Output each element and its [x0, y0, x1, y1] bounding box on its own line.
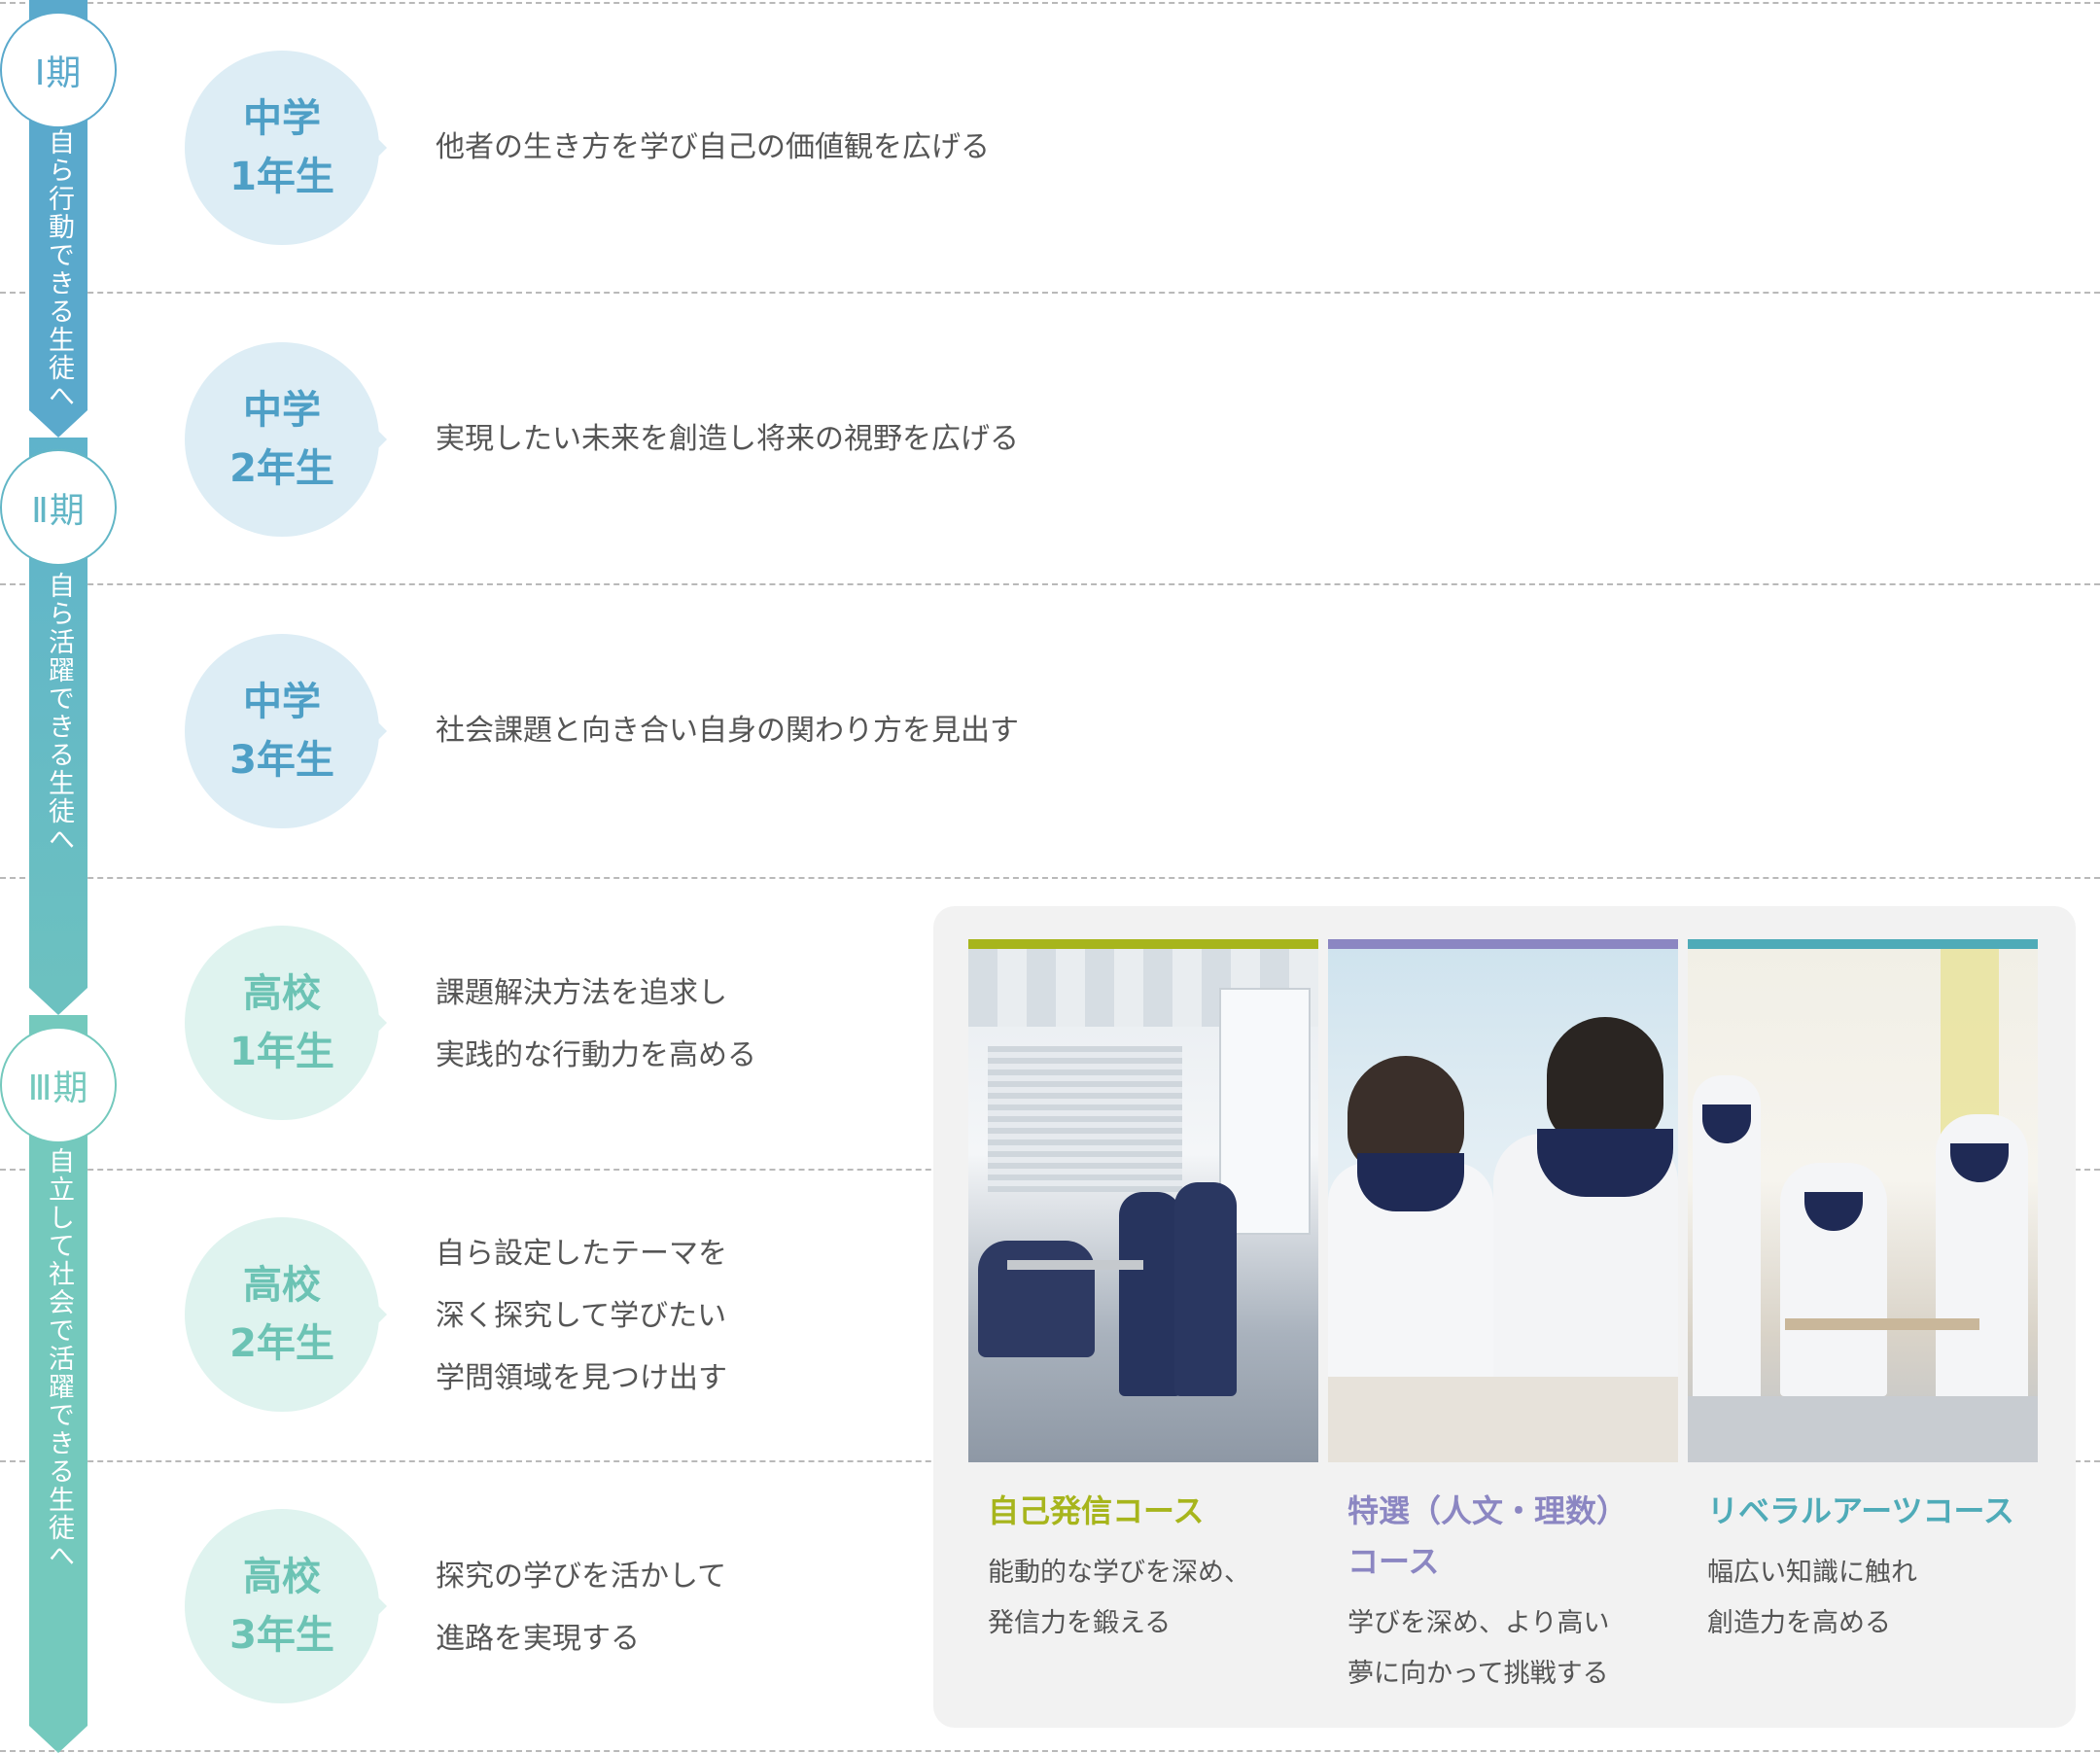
course-description-line: 幅広い知識に触れ	[1707, 1558, 1917, 1588]
classroom-presentation-photo	[968, 949, 1318, 1462]
phase-tagline: 自立して社会で活躍できる生徒へ	[44, 1147, 74, 1570]
course-accent-bar	[1688, 939, 2038, 949]
course-description-line: 学びを深め、より高い	[1348, 1608, 1610, 1638]
grade-school: 高校	[243, 1263, 321, 1308]
grade-description: 実現したい未来を創造し将来の視野を広げる	[436, 408, 1019, 471]
course-card: 自己発信コース 能動的な学びを深め、 発信力を鍛える	[968, 939, 1318, 1649]
description-line: 学問領域を見つけ出す	[436, 1361, 727, 1395]
grade-bubble-jh1: 中学 1年生	[185, 51, 387, 245]
description-line: 自ら設定したテーマを	[436, 1237, 727, 1271]
grade-school: 中学	[243, 96, 321, 141]
grade-description: 社会課題と向き合い自身の関わり方を見出す	[436, 700, 1019, 762]
phase-tagline: 自ら行動できる生徒へ	[44, 128, 74, 410]
description-line: 実現したい未来を創造し将来の視野を広げる	[436, 422, 1019, 456]
course-card: リベラルアーツコース 幅広い知識に触れ 創造力を高める	[1688, 939, 2038, 1649]
grade-bubble-hs3: 高校 3年生	[185, 1509, 387, 1703]
grade-description: 課題解決方法を追求し 実践的な行動力を高める	[436, 963, 756, 1087]
grade-year: 3年生	[229, 1613, 334, 1658]
grade-school: 高校	[243, 971, 321, 1016]
row-divider	[0, 1750, 2100, 1752]
students-classroom-photo	[1688, 949, 2038, 1462]
grade-year: 2年生	[229, 1321, 334, 1366]
grade-description: 自ら設定したテーマを 深く探究して学びたい 学問領域を見つけ出す	[436, 1223, 727, 1410]
phase-label-2: Ⅱ期	[0, 449, 117, 566]
course-name: 自己発信コース	[988, 1492, 1205, 1529]
row-divider	[0, 877, 2100, 879]
course-description-line: 能動的な学びを深め、	[988, 1558, 1250, 1588]
row-divider	[0, 292, 2100, 294]
description-line: 深く探究して学びたい	[436, 1299, 727, 1333]
description-line: 実践的な行動力を高める	[436, 1038, 756, 1072]
grade-school: 中学	[243, 680, 321, 724]
course-accent-bar	[1328, 939, 1678, 949]
grade-school: 高校	[243, 1555, 321, 1599]
grade-description: 探究の学びを活かして 進路を実現する	[436, 1546, 726, 1670]
course-description-line: 発信力を鍛える	[988, 1608, 1172, 1638]
row-divider	[0, 2, 2100, 4]
course-name: 特選（人文・理数）	[1348, 1492, 1628, 1529]
phase-label-1: Ⅰ期	[0, 12, 117, 128]
course-description-line: 夢に向かって挑戦する	[1348, 1659, 1609, 1689]
description-line: 探究の学びを活かして	[436, 1560, 727, 1594]
grade-description: 他者の生き方を学び自己の価値観を広げる	[436, 117, 990, 179]
description-line: 社会課題と向き合い自身の関わり方を見出す	[436, 714, 1019, 748]
course-card: 特選（人文・理数） コース 学びを深め、より高い 夢に向かって挑戦する	[1328, 939, 1678, 1700]
courses-panel: 自己発信コース 能動的な学びを深め、 発信力を鍛える 特選（人文・理数） コース…	[933, 906, 2076, 1728]
grade-bubble-hs2: 高校 2年生	[185, 1217, 387, 1412]
grade-year: 1年生	[229, 155, 334, 199]
course-accent-bar	[968, 939, 1318, 949]
grade-school: 中学	[243, 388, 321, 433]
grade-bubble-hs1: 高校 1年生	[185, 926, 387, 1120]
course-name: コース	[1348, 1543, 1440, 1580]
description-line: 進路を実現する	[436, 1622, 640, 1656]
students-discussion-photo	[1328, 949, 1678, 1462]
description-line: 他者の生き方を学び自己の価値観を広げる	[436, 130, 990, 164]
grade-year: 2年生	[229, 446, 334, 491]
row-divider	[0, 583, 2100, 585]
description-line: 課題解決方法を追求し	[436, 976, 727, 1010]
phase-tagline: 自ら活躍できる生徒へ	[44, 572, 74, 854]
grade-bubble-jh2: 中学 2年生	[185, 342, 387, 537]
grade-bubble-jh3: 中学 3年生	[185, 634, 387, 828]
grade-year: 1年生	[229, 1030, 334, 1074]
grade-year: 3年生	[229, 738, 334, 783]
course-description-line: 創造力を高める	[1707, 1608, 1891, 1638]
phase-label-3: Ⅲ期	[0, 1027, 117, 1143]
course-name: リベラルアーツコース	[1707, 1492, 2014, 1529]
